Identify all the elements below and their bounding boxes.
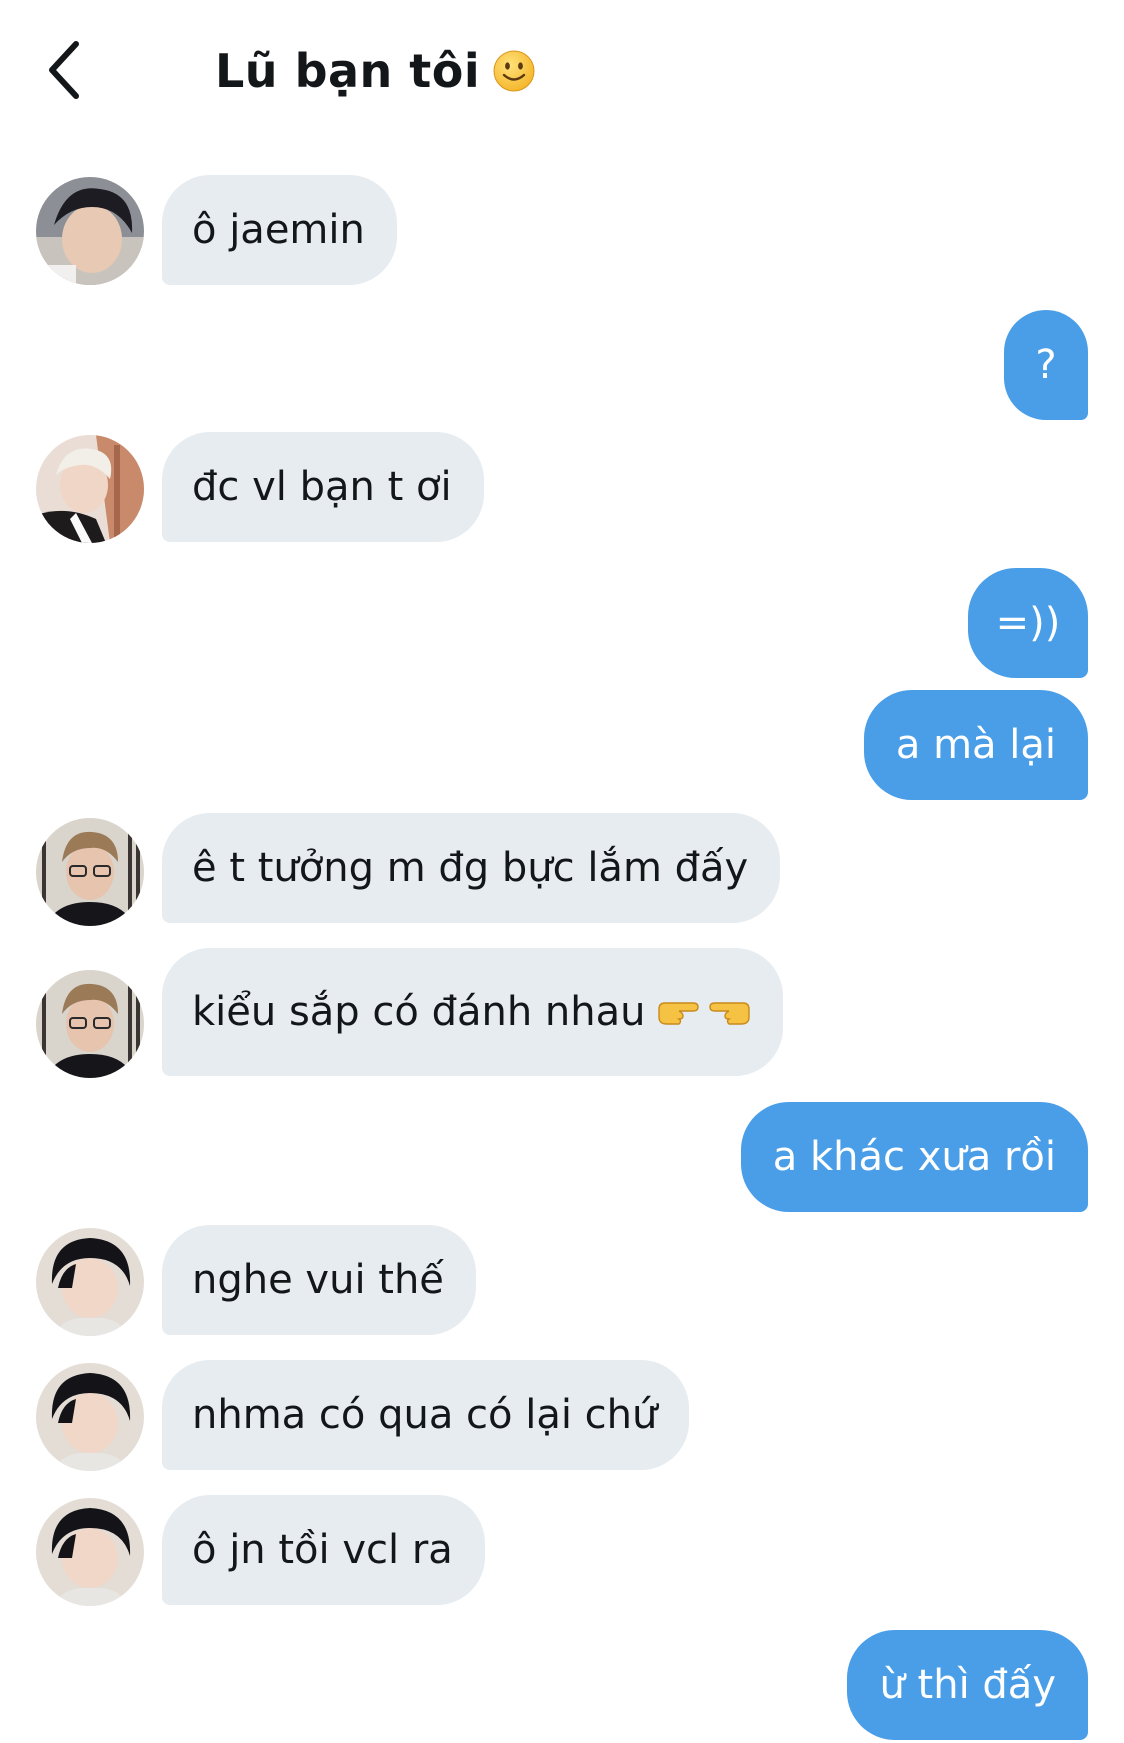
message-bubble-incoming[interactable]: nghe vui thế [162,1225,476,1335]
message-bubble-incoming[interactable]: ê t tưởng m đg bực lắm đấy [162,813,781,923]
avatar-photo [36,435,144,543]
message-bubble-outgoing[interactable]: a mà lại [863,690,1088,800]
avatar[interactable] [36,435,144,543]
message-bubble-outgoing[interactable]: =)) [968,568,1088,678]
avatar[interactable] [36,818,144,926]
slightly-smiling-face-icon [493,50,535,92]
message-text: ? [1035,342,1057,388]
back-button[interactable] [36,30,92,110]
message-bubble-outgoing[interactable]: ? [1004,310,1088,420]
avatar-photo [36,970,144,1078]
message-text: ê t tưởng m đg bực lắm đấy [192,845,749,891]
avatar[interactable] [36,1228,144,1336]
message-text: ô jaemin [192,207,365,253]
conversation-title-group[interactable]: Lũ bạn tôi [215,38,536,104]
conversation-title: Lũ bạn tôi [215,44,481,98]
message-bubble-incoming[interactable]: nhma có qua có lại chứ [162,1360,690,1470]
avatar-photo [36,1498,144,1606]
pointing-left-icon [709,1002,751,1025]
message-text: a khác xưa rồi [772,1134,1056,1180]
avatar-photo [36,1363,144,1471]
chat-header: Lũ bạn tôi [0,0,1124,140]
message-text: kiểu sắp có đánh nhau [192,989,646,1035]
avatar[interactable] [36,970,144,1078]
message-bubble-incoming[interactable]: đc vl bạn t ơi [162,432,484,542]
chevron-left-icon [49,41,79,99]
avatar[interactable] [36,1498,144,1606]
message-text: đc vl bạn t ơi [192,464,452,510]
message-text: ừ thì đấy [879,1662,1056,1708]
message-text: nghe vui thế [192,1257,444,1303]
message-bubble-outgoing[interactable]: a khác xưa rồi [740,1102,1088,1212]
message-bubble-incoming[interactable]: kiểu sắp có đánh nhau [162,948,784,1076]
message-text: =)) [995,600,1061,646]
message-bubble-incoming[interactable]: ô jaemin [162,175,397,285]
message-bubble-incoming[interactable]: ô jn tồi vcl ra [162,1495,485,1605]
avatar-photo [36,1228,144,1336]
message-text: ô jn tồi vcl ra [192,1527,453,1573]
message-text: nhma có qua có lại chứ [192,1392,658,1438]
avatar-photo [36,818,144,926]
avatar[interactable] [36,1363,144,1471]
avatar[interactable] [36,177,144,285]
pointing-right-icon [658,1002,700,1025]
avatar-photo [36,177,144,285]
message-text: a mà lại [895,722,1056,768]
message-bubble-outgoing[interactable]: ừ thì đấy [847,1630,1088,1740]
